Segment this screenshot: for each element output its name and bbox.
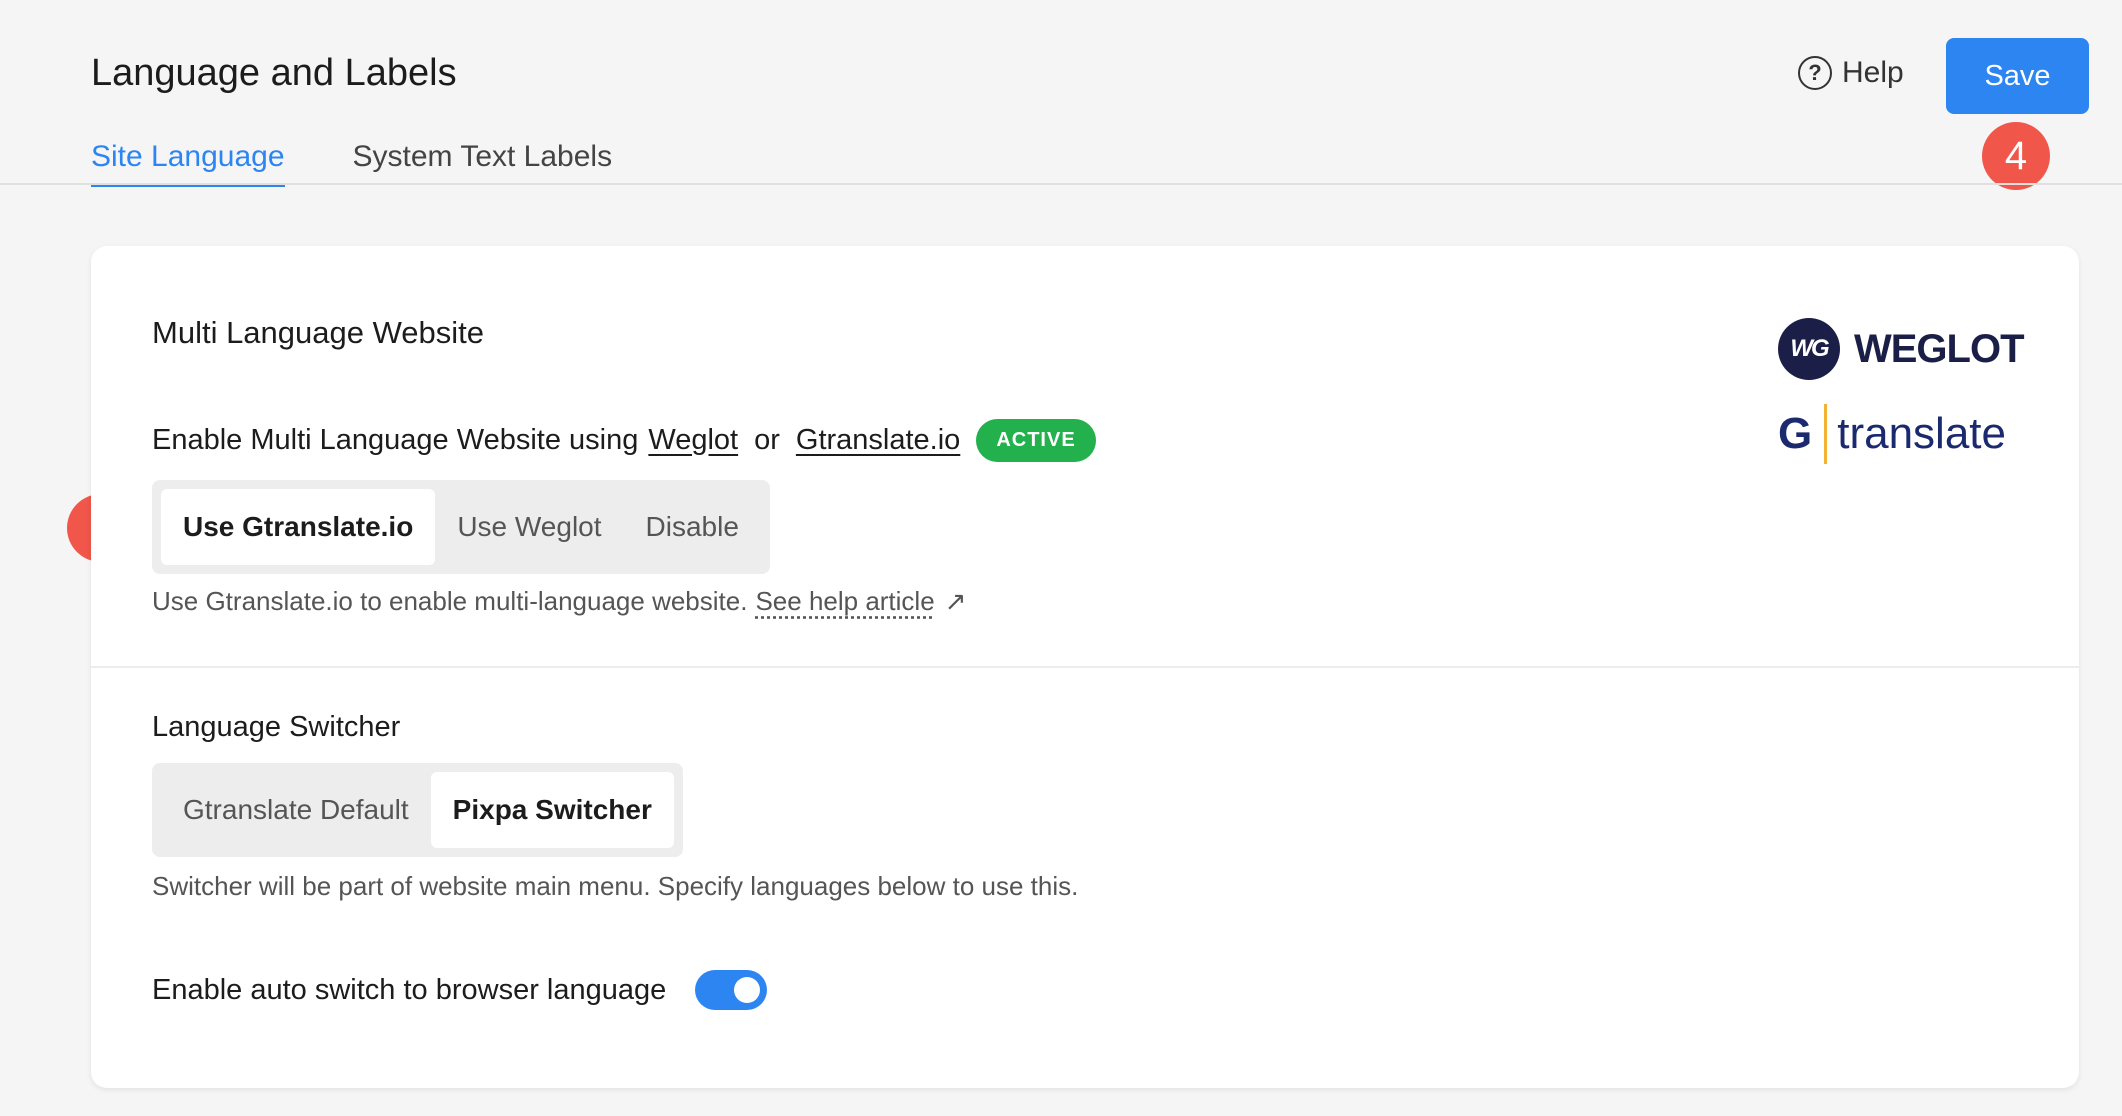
provider-hint: Use Gtranslate.io to enable multi-langua…: [152, 586, 966, 617]
enable-prefix-text: Enable Multi Language Website using: [152, 423, 639, 456]
help-label: Help: [1842, 56, 1904, 89]
option-use-weglot[interactable]: Use Weglot: [435, 489, 623, 565]
weglot-logo: WG WEGLOT: [1778, 318, 2025, 380]
weglot-link[interactable]: Weglot: [648, 424, 738, 457]
multi-language-title: Multi Language Website: [152, 315, 485, 350]
option-disable[interactable]: Disable: [624, 489, 761, 565]
auto-switch-toggle[interactable]: [695, 970, 767, 1010]
translation-provider-selector: Use Gtranslate.io Use Weglot Disable: [152, 480, 770, 574]
language-switcher-selector: Gtranslate Default Pixpa Switcher: [152, 763, 683, 857]
gtranslate-wordmark: translate: [1837, 409, 2006, 458]
external-link-icon: ↗: [944, 586, 967, 616]
provider-hint-text: Use Gtranslate.io to enable multi-langua…: [152, 586, 748, 616]
enable-multi-language-row: Enable Multi Language Website using Wegl…: [152, 418, 1096, 462]
section-divider: [91, 666, 2079, 668]
tab-system-text-labels[interactable]: System Text Labels: [353, 140, 613, 187]
settings-card: Multi Language Website WG WEGLOT G trans…: [91, 246, 2079, 1088]
switcher-hint: Switcher will be part of website main me…: [152, 871, 1079, 901]
language-switcher-title: Language Switcher: [152, 711, 401, 743]
auto-switch-label: Enable auto switch to browser language: [152, 973, 667, 1006]
tab-bar: Site Language System Text Labels: [91, 140, 612, 187]
tabs-divider: [0, 183, 2122, 185]
gtranslate-logo: G translate: [1778, 404, 2006, 464]
or-text: or: [754, 423, 780, 456]
page-title: Language and Labels: [91, 52, 457, 94]
weglot-wordmark: WEGLOT: [1854, 326, 2025, 371]
save-button[interactable]: Save: [1946, 38, 2089, 114]
step-badge-4: 4: [1982, 122, 2050, 190]
toggle-knob: [734, 977, 760, 1003]
active-status-badge: ACTIVE: [976, 418, 1096, 462]
option-pixpa-switcher[interactable]: Pixpa Switcher: [430, 772, 674, 848]
option-use-gtranslate[interactable]: Use Gtranslate.io: [161, 489, 436, 565]
see-help-article-link[interactable]: See help article: [755, 586, 934, 617]
weglot-mark-icon: WG: [1778, 318, 1840, 380]
gtranslate-link[interactable]: Gtranslate.io: [796, 424, 960, 457]
gtranslate-g-mark: G: [1778, 409, 1813, 458]
help-icon: ?: [1798, 56, 1832, 90]
option-gtranslate-default[interactable]: Gtranslate Default: [161, 772, 431, 848]
gtranslate-divider: [1824, 404, 1828, 464]
help-link[interactable]: ? Help: [1798, 56, 1904, 90]
tab-site-language[interactable]: Site Language: [91, 140, 285, 187]
